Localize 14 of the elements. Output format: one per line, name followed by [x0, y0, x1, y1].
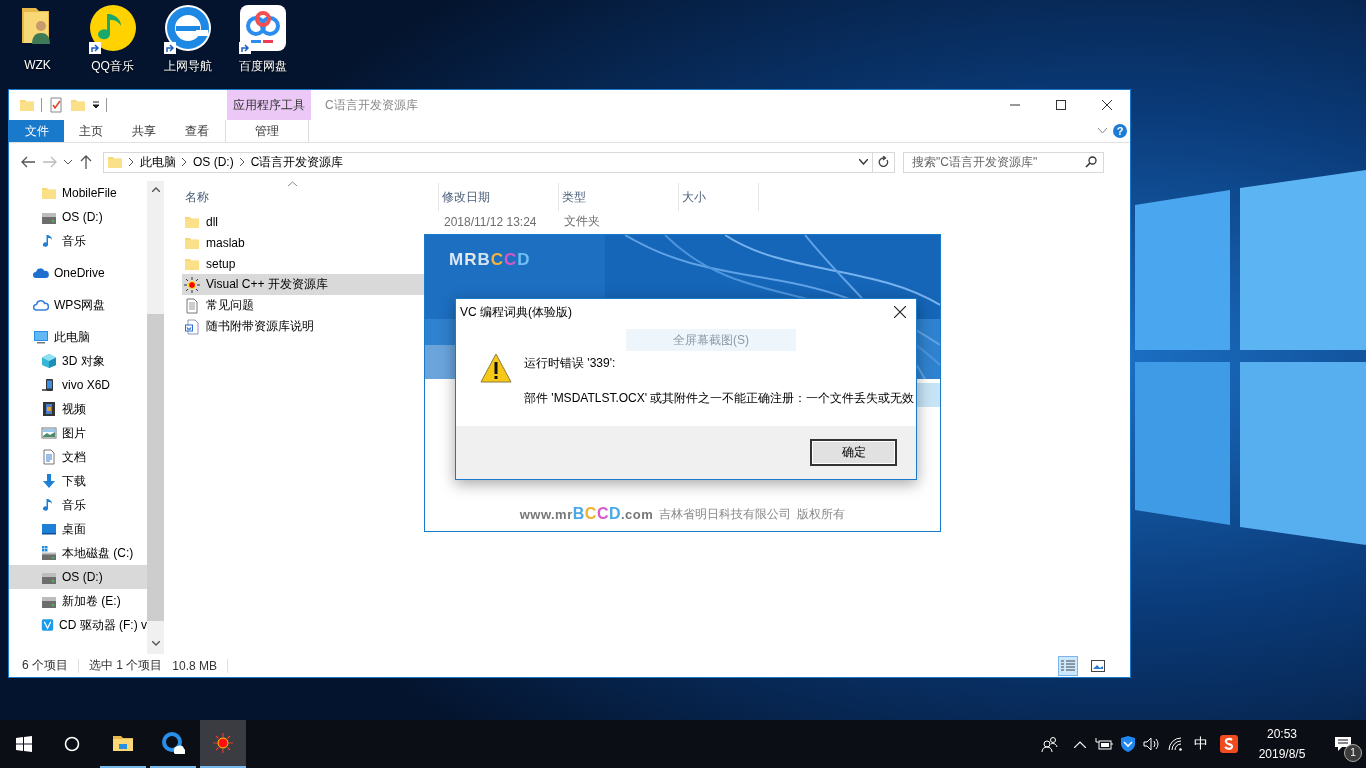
- volume-icon[interactable]: [1143, 737, 1161, 751]
- input-method-icon[interactable]: [1220, 735, 1238, 753]
- shield-icon[interactable]: [1120, 736, 1136, 752]
- notification-badge: 1: [1344, 744, 1362, 762]
- clock[interactable]: 20:53 2019/8/5: [1244, 727, 1320, 761]
- people-icon[interactable]: [1041, 736, 1059, 752]
- browser-icon: [161, 731, 185, 755]
- search-icon[interactable]: [64, 736, 80, 752]
- start-icon[interactable]: [16, 736, 32, 752]
- sun-icon: [211, 731, 235, 755]
- battery-plug-icon[interactable]: [1095, 738, 1113, 750]
- input-method-indicator[interactable]: 中: [1188, 735, 1214, 753]
- wifi-icon[interactable]: [1168, 737, 1184, 751]
- chevron-up-icon[interactable]: [1074, 740, 1086, 748]
